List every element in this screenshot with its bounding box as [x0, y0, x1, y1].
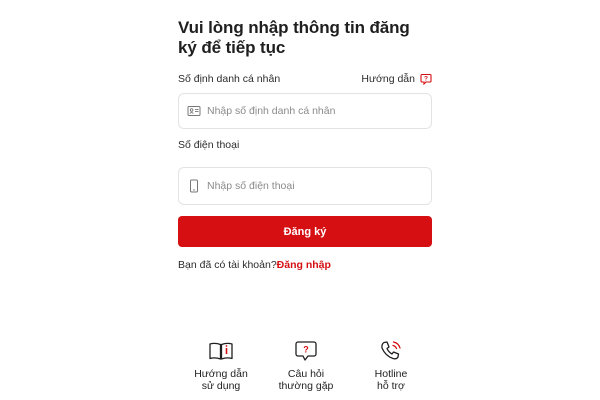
svg-text:?: ?	[303, 345, 309, 355]
phone-input-box[interactable]	[178, 167, 432, 205]
page-title: Vui lòng nhập thông tin đăng ký để tiếp …	[178, 18, 410, 57]
nav-user-guide-label: Hướng dẫn sử dụng	[194, 368, 248, 392]
nav-user-guide[interactable]: Hướng dẫn sử dụng	[186, 340, 256, 392]
id-input-box[interactable]	[178, 93, 432, 129]
id-field-label: Số định danh cá nhân	[178, 73, 281, 85]
nav-hotline-label: Hotline hỗ trợ	[374, 368, 408, 392]
registration-form: Vui lòng nhập thông tin đăng ký để tiếp …	[178, 18, 432, 271]
question-bubble-icon: ?	[293, 340, 319, 362]
bottom-support-nav: Hướng dẫn sử dụng ? Câu hỏi thường gặp H…	[186, 340, 426, 392]
id-label-row: Số định danh cá nhân Hướng dẫn ?	[178, 72, 432, 86]
help-question-icon: ?	[420, 73, 432, 85]
book-icon	[208, 340, 234, 362]
register-button[interactable]: Đăng ký	[178, 216, 432, 247]
login-prompt: Bạn đã có tài khoản?Đăng nhập	[178, 259, 432, 271]
login-link[interactable]: Đăng nhập	[277, 259, 331, 271]
registration-screen: Vui lòng nhập thông tin đăng ký để tiếp …	[0, 0, 600, 400]
id-number-input[interactable]	[207, 105, 423, 117]
nav-faq-label: Câu hỏi thường gặp	[278, 368, 334, 392]
help-link[interactable]: Hướng dẫn ?	[361, 73, 432, 85]
phone-number-input[interactable]	[207, 180, 423, 192]
phone-field-label: Số điện thoại	[178, 139, 240, 151]
mobile-phone-icon	[187, 179, 201, 193]
id-card-icon	[187, 104, 201, 118]
nav-faq[interactable]: ? Câu hỏi thường gặp	[271, 340, 341, 392]
nav-hotline[interactable]: Hotline hỗ trợ	[356, 340, 426, 392]
phone-ringing-icon	[378, 340, 404, 362]
have-account-text: Bạn đã có tài khoản?	[178, 259, 277, 271]
help-link-label: Hướng dẫn	[361, 73, 415, 85]
svg-text:?: ?	[424, 76, 428, 83]
